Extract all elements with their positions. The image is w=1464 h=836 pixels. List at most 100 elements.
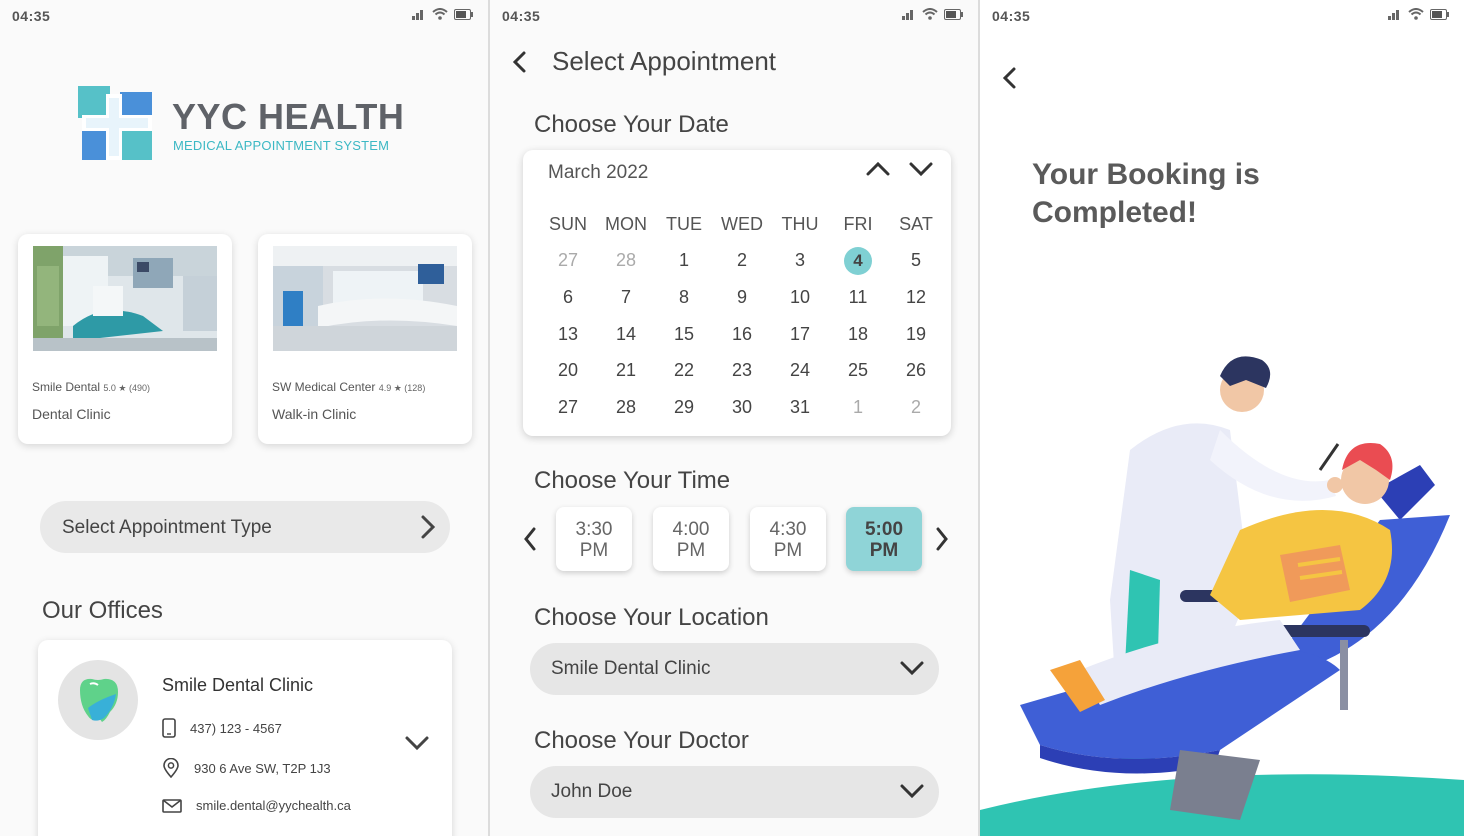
clinic-card-smile-dental[interactable]: Smile Dental 5.0 ★ (490) Dental Clinic [18,234,232,444]
calendar-day[interactable]: 7 [597,287,655,308]
office-phone-row[interactable]: 437) 123 - 4567 [162,718,282,738]
time-slot[interactable]: 4:30 PM [750,507,826,571]
mail-icon [162,798,182,813]
calendar-day[interactable]: 1 [655,250,713,271]
select-appointment-type-label: Select Appointment Type [62,517,272,538]
medical-cross-logo-icon [78,86,152,160]
calendar-day-number: 23 [731,360,753,381]
calendar-day[interactable]: 24 [771,360,829,381]
calendar-day[interactable]: 12 [887,287,945,308]
status-time: 04:35 [502,8,541,24]
doctor-value: John Doe [551,781,633,802]
time-slot[interactable]: 4:00 PM [653,507,729,571]
calendar-day-number: 28 [615,250,637,271]
calendar-day[interactable]: 18 [829,324,887,345]
chevron-up-icon[interactable] [865,158,891,180]
calendar-day[interactable]: 28 [597,397,655,418]
weekday-label: FRI [843,213,873,234]
time-slot-selected[interactable]: 5:00 PM [846,507,922,571]
clinic-card-sw-medical[interactable]: SW Medical Center 4.9 ★ (128) Walk-in Cl… [258,234,472,444]
back-arrow-icon[interactable] [510,50,528,74]
calendar-day[interactable]: 15 [655,324,713,345]
calendar-day[interactable]: 29 [655,397,713,418]
calendar-day-number: 6 [562,286,573,307]
calendar-day[interactable]: 16 [713,324,771,345]
signal-icon [412,10,423,20]
location-dropdown[interactable]: Smile Dental Clinic [530,643,939,695]
calendar-day[interactable]: 6 [539,287,597,308]
calendar-day[interactable]: 27 [539,250,597,271]
calendar-day[interactable]: 13 [539,324,597,345]
time-slot-time: 5:00 [864,519,904,540]
back-arrow-icon[interactable] [1000,66,1018,90]
calendar-day-number: 1 [852,396,863,417]
time-slot-time: 4:30 [769,519,807,540]
chevron-left-icon[interactable] [522,526,538,552]
calendar-day[interactable]: 2 [713,250,771,271]
date-section-heading: Choose Your Date [534,111,729,138]
clinic-rating: 4.9 ★ (128) [378,383,426,393]
calendar-day-number: 9 [736,286,747,307]
calendar-day-selected[interactable]: 4 [829,246,887,275]
medical-center-photo [273,246,457,351]
calendar-week: 13 14 15 16 17 18 19 [539,316,945,353]
battery-icon [454,8,473,20]
office-card[interactable]: Smile Dental Clinic 437) 123 - 4567 930 … [38,640,452,836]
chevron-down-icon [900,784,924,799]
calendar-day[interactable]: 23 [713,360,771,381]
location-pin-icon [163,758,179,778]
calendar-day[interactable]: 30 [713,397,771,418]
calendar-day-number: 15 [673,323,695,344]
doctor-dropdown[interactable]: John Doe [530,766,939,818]
calendar-day-number: 27 [557,396,579,417]
dental-clinic-photo [33,246,217,351]
calendar-day-number: 1 [678,250,689,271]
time-slot[interactable]: 3:30 PM [556,507,632,571]
calendar-day[interactable]: 2 [887,397,945,418]
calendar-day-number: 10 [789,286,811,307]
calendar-day[interactable]: 31 [771,397,829,418]
office-address-row[interactable]: 930 6 Ave SW, T2P 1J3 [162,758,331,778]
office-email-row[interactable]: smile.dental@yychealth.ca [162,798,351,813]
phone-icon [162,718,176,738]
location-value: Smile Dental Clinic [551,658,711,679]
calendar: March 2022 SUN MON TUE WED THU FRI SAT 2… [523,150,951,436]
calendar-day[interactable]: 26 [887,360,945,381]
calendar-week: 27 28 29 30 31 1 2 [539,389,945,426]
status-bar: 04:35 [980,0,1464,32]
chevron-right-icon[interactable] [934,526,950,552]
weekday-label: SAT [899,213,933,234]
dentist-patient-illustration [980,356,1464,836]
logo-title: YYC HEALTH [172,96,405,137]
calendar-day[interactable]: 3 [771,250,829,271]
calendar-day[interactable]: 28 [597,250,655,271]
select-appointment-type-button[interactable]: Select Appointment Type [40,501,450,553]
calendar-day[interactable]: 17 [771,324,829,345]
status-time: 04:35 [12,8,51,24]
calendar-day[interactable]: 22 [655,360,713,381]
home-screen: 04:35 YYC HEALTH MEDICAL APPOINTMENT SYS… [0,0,488,836]
calendar-day[interactable]: 14 [597,324,655,345]
weekday-label: SUN [548,213,587,234]
calendar-day[interactable]: 25 [829,360,887,381]
time-slot-time: 3:30 [575,519,613,540]
booking-complete-message: Your Booking is Completed! [1032,156,1332,232]
calendar-day[interactable]: 9 [713,287,771,308]
calendar-day[interactable]: 20 [539,360,597,381]
chevron-down-icon[interactable] [404,734,430,752]
calendar-day[interactable]: 11 [829,287,887,308]
calendar-day[interactable]: 8 [655,287,713,308]
calendar-day[interactable]: 5 [887,250,945,271]
calendar-day[interactable]: 21 [597,360,655,381]
calendar-day-number: 31 [789,396,811,417]
calendar-day[interactable]: 27 [539,397,597,418]
status-bar: 04:35 [490,0,978,32]
calendar-day[interactable]: 19 [887,324,945,345]
calendar-day[interactable]: 1 [829,397,887,418]
status-bar: 04:35 [0,0,488,32]
chevron-down-icon[interactable] [908,158,934,180]
calendar-day[interactable]: 10 [771,287,829,308]
time-slot-period: PM [676,540,706,561]
clinic-name-text: Smile Dental [32,380,101,394]
calendar-day-number: 29 [673,396,695,417]
